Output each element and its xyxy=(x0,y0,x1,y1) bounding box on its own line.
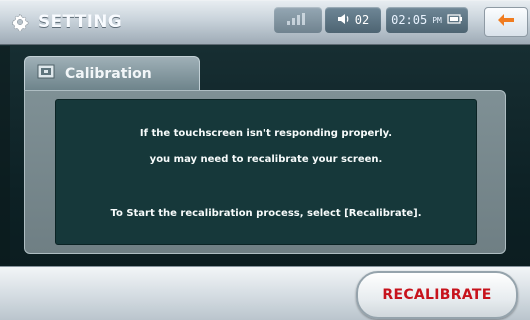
tab-calibration[interactable]: Calibration xyxy=(24,56,200,90)
back-arrow-icon xyxy=(496,12,516,32)
ampm-indicator: PM xyxy=(432,15,442,25)
gear-icon xyxy=(10,12,30,32)
message-line-2: you may need to recalibrate your screen. xyxy=(149,154,383,165)
gps-status xyxy=(274,7,322,33)
volume-level: 02 xyxy=(354,13,370,27)
title-area: SETTING xyxy=(10,8,122,36)
screen-icon xyxy=(37,64,55,84)
message-line-3: To Start the recalibration process, sele… xyxy=(110,208,422,219)
recalibrate-label: RECALIBRATE xyxy=(382,287,492,303)
recalibrate-button[interactable]: RECALIBRATE xyxy=(356,271,518,319)
speaker-icon xyxy=(337,12,351,29)
left-edge xyxy=(0,46,10,264)
calibration-panel: If the touchscreen isn't responding prop… xyxy=(24,90,506,254)
top-bar: SETTING 02 02:05 PM xyxy=(0,0,530,45)
message-line-1: If the touchscreen isn't responding prop… xyxy=(139,128,393,139)
time-status: 02:05 PM xyxy=(386,7,468,33)
message-box: If the touchscreen isn't responding prop… xyxy=(55,99,477,245)
back-button[interactable] xyxy=(484,7,528,37)
tab-label: Calibration xyxy=(65,65,152,82)
volume-status[interactable]: 02 xyxy=(325,7,381,33)
device-screen: SETTING 02 02:05 PM Calibration If the t… xyxy=(0,0,530,320)
clock-time: 02:05 xyxy=(391,13,428,27)
battery-icon xyxy=(447,13,463,28)
page-title: SETTING xyxy=(38,12,123,32)
gps-signal-icon xyxy=(285,11,311,30)
